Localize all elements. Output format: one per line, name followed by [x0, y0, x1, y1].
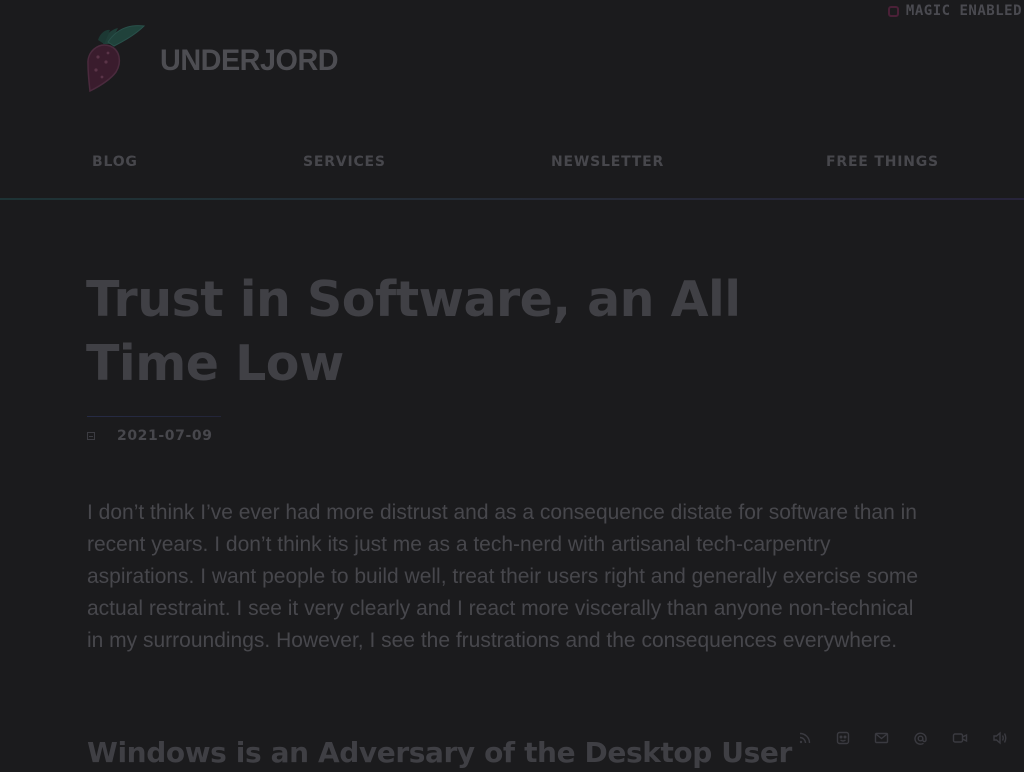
speaker-icon[interactable] [992, 731, 1008, 745]
title-underline [87, 416, 221, 417]
article-intro: I don’t think I’ve ever had more distrus… [87, 501, 919, 652]
at-icon[interactable] [913, 731, 928, 746]
article-date: 2021-07-09 [117, 428, 213, 444]
face-icon[interactable] [836, 731, 850, 745]
nav-divider [0, 198, 1024, 200]
nav-item-blog[interactable]: BLOG [92, 154, 138, 170]
article-meta: 2021-07-09 [87, 428, 213, 444]
nav-item-free-things[interactable]: FREE THINGS [826, 154, 939, 170]
video-icon[interactable] [952, 731, 968, 745]
article-title: Trust in Software, an All Time Low [86, 271, 741, 392]
calendar-icon [87, 432, 95, 440]
social-links [798, 726, 1008, 750]
nav-item-newsletter[interactable]: NEWSLETTER [551, 154, 664, 170]
rss-icon[interactable] [798, 731, 812, 745]
nav-item-services[interactable]: SERVICES [303, 154, 386, 170]
mail-icon[interactable] [874, 731, 889, 745]
main-nav: BLOG SERVICES NEWSLETTER FREE THINGS [0, 0, 1024, 200]
section-heading: Windows is an Adversary of the Desktop U… [87, 736, 792, 769]
